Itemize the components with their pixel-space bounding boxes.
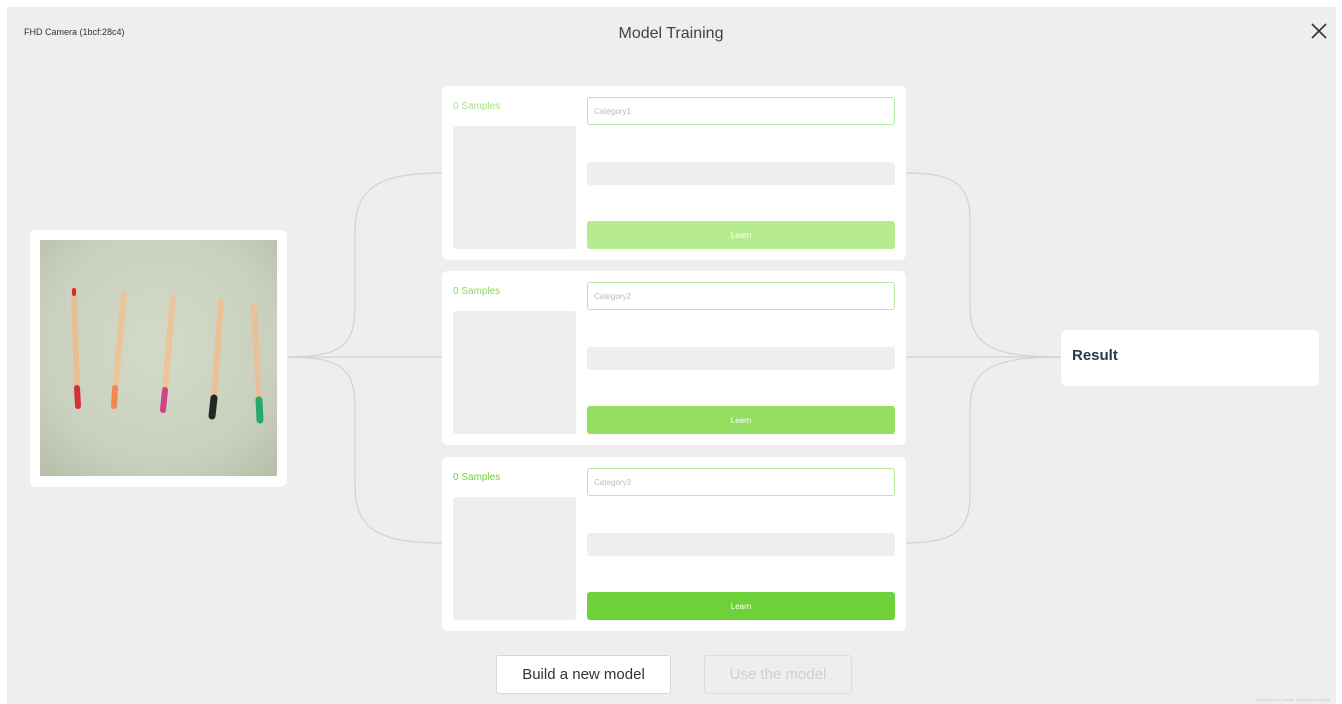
page-title: Model Training — [618, 25, 724, 42]
learn-button[interactable]: Learn — [587, 406, 895, 434]
build-new-model-button[interactable]: Build a new model — [496, 655, 671, 694]
result-card: Result — [1061, 330, 1319, 386]
sample-preview — [453, 126, 576, 249]
sample-preview — [453, 311, 576, 434]
result-label: Result — [1072, 347, 1118, 364]
learn-button[interactable]: Learn — [587, 592, 895, 620]
samples-count: 0 Samples — [453, 286, 501, 297]
footer-credit: Adapted from Google Teachable Machine — [1256, 697, 1330, 702]
close-icon — [1311, 23, 1327, 39]
category-name-input[interactable] — [587, 282, 895, 310]
use-model-button[interactable]: Use the model — [704, 655, 852, 694]
class-card-2: 0 Samples Learn — [442, 271, 906, 445]
confidence-bar — [587, 533, 895, 556]
class-card-1: 0 Samples Learn — [442, 86, 906, 260]
samples-count: 0 Samples — [453, 472, 501, 483]
class-card-3: 0 Samples Learn — [442, 457, 906, 631]
confidence-bar — [587, 162, 895, 185]
camera-preview-card — [30, 230, 287, 487]
learn-button[interactable]: Learn — [587, 221, 895, 249]
close-button[interactable] — [1304, 16, 1334, 46]
camera-image — [40, 240, 277, 476]
sample-preview — [453, 497, 576, 620]
camera-feed — [40, 240, 277, 476]
category-name-input[interactable] — [587, 97, 895, 125]
category-name-input[interactable] — [587, 468, 895, 496]
confidence-bar — [587, 347, 895, 370]
samples-count: 0 Samples — [453, 101, 501, 112]
